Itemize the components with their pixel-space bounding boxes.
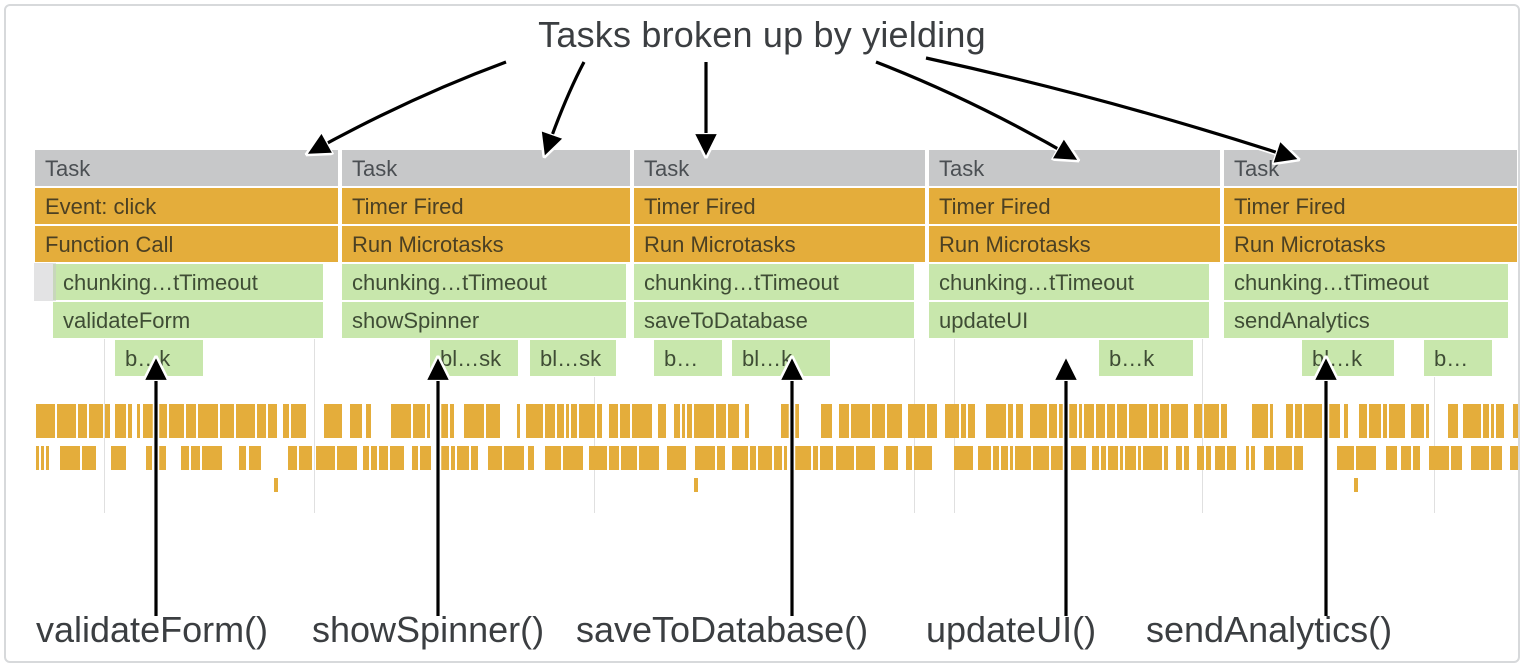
block-entry: b… — [653, 339, 723, 377]
microtask-entry: Run Microtasks — [341, 225, 631, 263]
chunk-entry: chunking…tTimeout — [52, 263, 324, 301]
row-task: TaskTaskTaskTaskTask — [34, 149, 1518, 187]
event-entry: Timer Fired — [928, 187, 1221, 225]
bottom-label: updateUI() — [926, 609, 1096, 651]
function-entry: sendAnalytics — [1223, 301, 1509, 339]
row-fn: validateForm showSpinnersaveToDatabase upd… — [34, 301, 1518, 339]
flame-chart: TaskTaskTaskTaskTask Event: clickTimer F… — [34, 149, 1518, 377]
chunk-entry: chunking…tTimeout — [633, 263, 915, 301]
bottom-label: sendAnalytics() — [1146, 609, 1392, 651]
event-entry: Timer Fired — [633, 187, 926, 225]
bottom-label: validateForm() — [36, 609, 268, 651]
frames-minibars — [34, 404, 1512, 484]
task-entry: Task — [341, 149, 631, 187]
bottom-label: saveToDatabase() — [576, 609, 868, 651]
block-entry: bl…k — [731, 339, 831, 377]
microtask-entry: Run Microtasks — [633, 225, 926, 263]
event-entry: Event: click — [34, 187, 339, 225]
function-entry: saveToDatabase — [633, 301, 915, 339]
block-entry: bl…sk — [529, 339, 617, 377]
microtask-entry: Run Microtasks — [928, 225, 1221, 263]
event-entry: Timer Fired — [341, 187, 631, 225]
chunk-entry: chunking…tTimeout — [928, 263, 1210, 301]
task-entry: Task — [34, 149, 339, 187]
sliver — [34, 263, 56, 301]
function-entry: validateForm — [52, 301, 324, 339]
chunk-entry: chunking…tTimeout — [341, 263, 627, 301]
task-entry: Task — [928, 149, 1221, 187]
block-entry: bl…k — [1301, 339, 1395, 377]
row-micro: Function CallRun MicrotasksRun Microtask… — [34, 225, 1518, 263]
block-entry: b…k — [114, 339, 204, 377]
task-entry: Task — [1223, 149, 1518, 187]
block-entry: b…k — [1098, 339, 1194, 377]
row-chunk: chunking…tTimeoutchunking…tTimeoutchunki… — [34, 263, 1518, 301]
function-entry: updateUI — [928, 301, 1210, 339]
row-event: Event: clickTimer FiredTimer FiredTimer … — [34, 187, 1518, 225]
task-entry: Task — [633, 149, 926, 187]
bottom-label: showSpinner() — [312, 609, 544, 651]
event-entry: Timer Fired — [1223, 187, 1518, 225]
function-entry: showSpinner — [341, 301, 627, 339]
chunk-entry: chunking…tTimeout — [1223, 263, 1509, 301]
row-block: b…kbl…skbl…skb…bl…kb…kbl…kb… — [34, 339, 1518, 377]
microtask-entry: Function Call — [34, 225, 339, 263]
microtask-entry: Run Microtasks — [1223, 225, 1518, 263]
diagram-title: Tasks broken up by yielding — [6, 14, 1518, 56]
block-entry: b… — [1423, 339, 1493, 377]
block-entry: bl…sk — [429, 339, 519, 377]
